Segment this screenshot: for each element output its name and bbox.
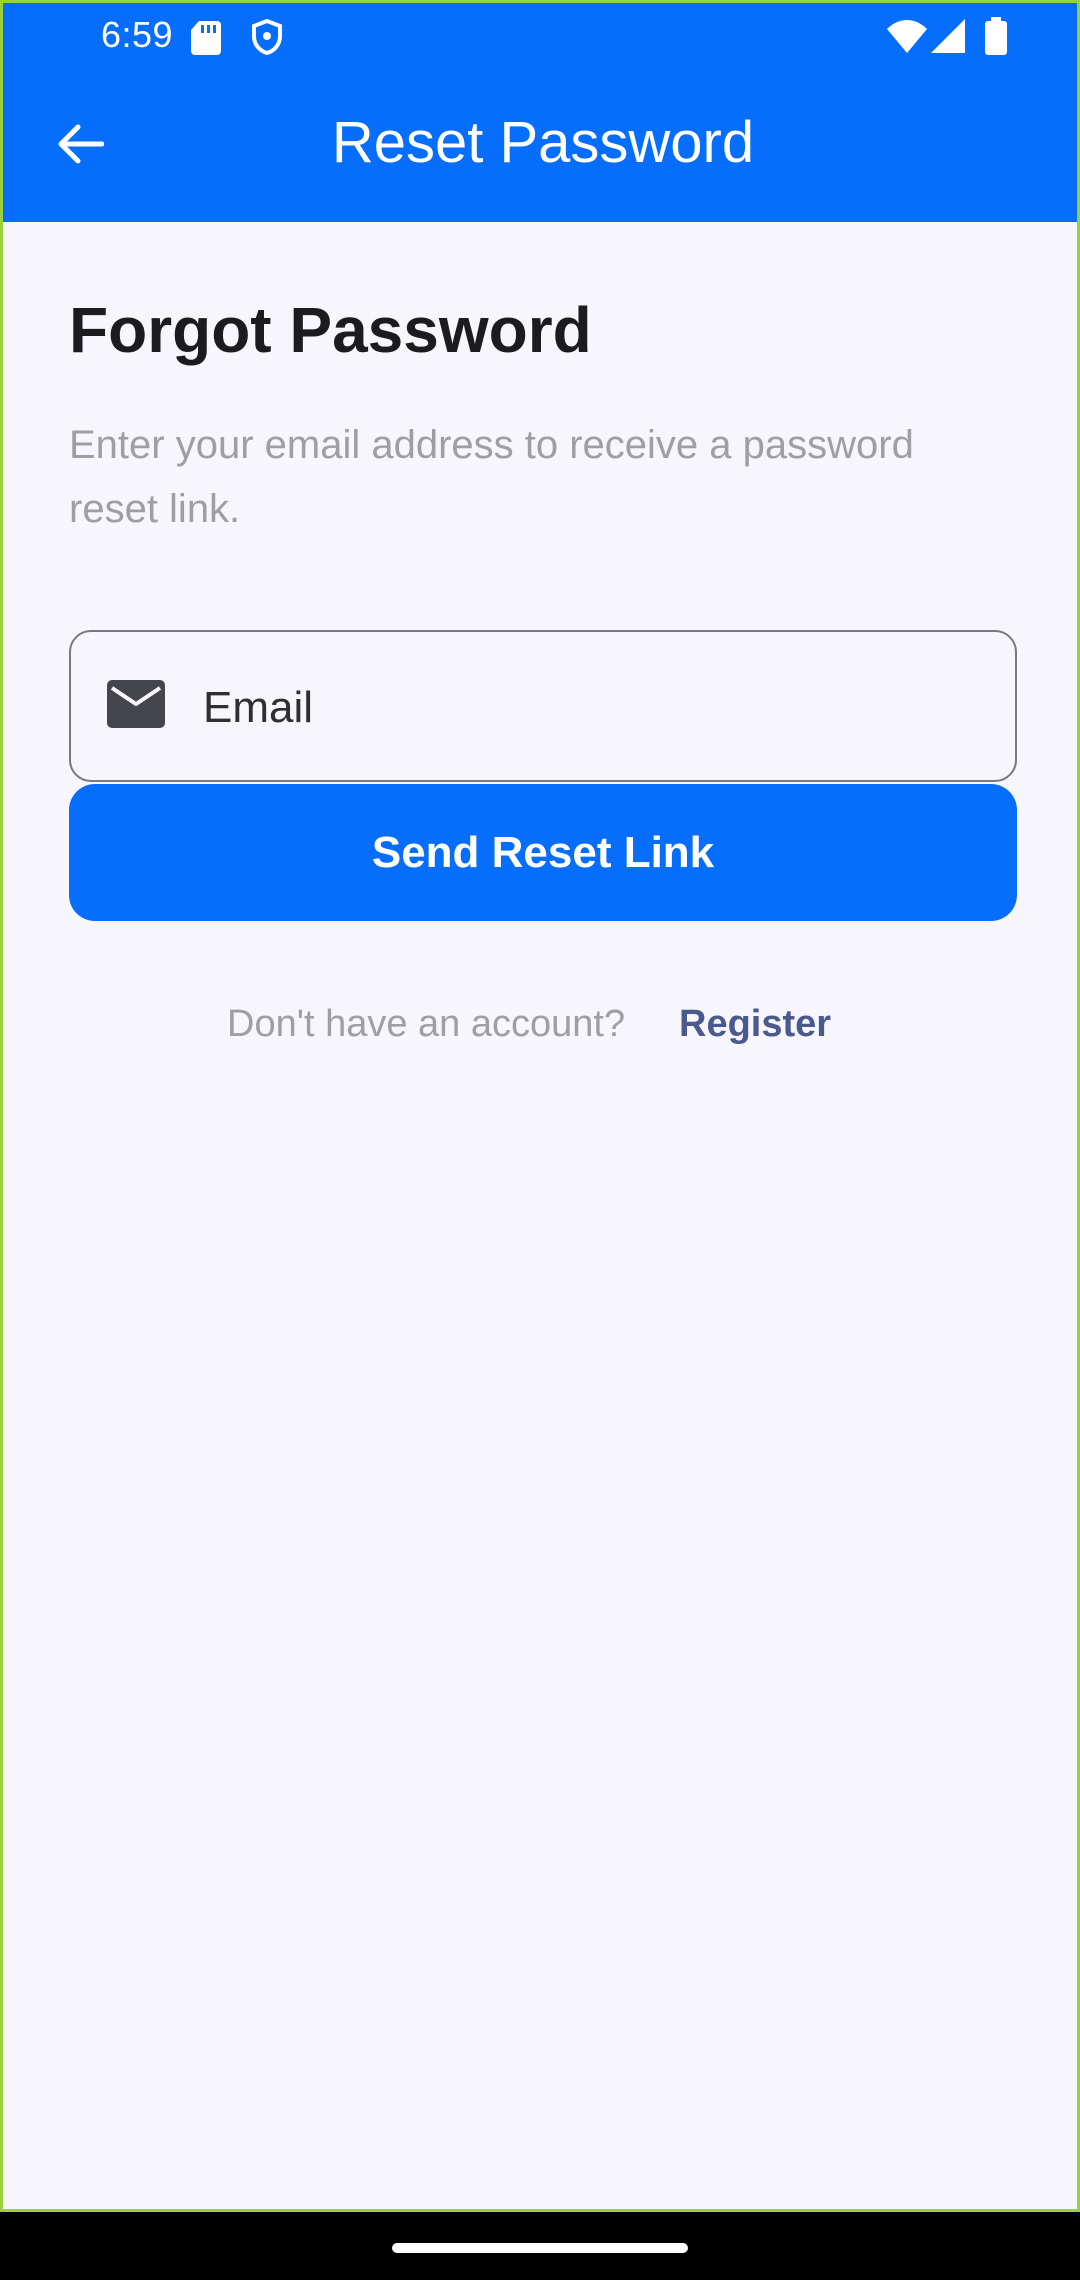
- title-row: Reset Password: [3, 83, 1077, 203]
- send-reset-link-button[interactable]: Send Reset Link: [69, 784, 1017, 921]
- reset-password-screen: 6:59 Reset Password Forgot Password Ente…: [0, 0, 1080, 2212]
- register-row: Don't have an account? Register: [3, 1003, 1077, 1063]
- email-input[interactable]: [201, 662, 985, 754]
- status-bar: 6:59: [3, 3, 1077, 69]
- gesture-nav-handle[interactable]: [392, 2243, 688, 2253]
- status-time: 6:59: [101, 14, 174, 55]
- battery-icon: [985, 17, 1007, 55]
- sd-card-icon: [191, 21, 221, 55]
- app-bar-title: Reset Password: [331, 110, 755, 175]
- shield-icon: [252, 19, 282, 55]
- register-link[interactable]: Register: [679, 1003, 831, 1046]
- email-field[interactable]: [69, 630, 1017, 782]
- mail-icon: [107, 680, 165, 728]
- page-description: Enter your email address to receive a pa…: [69, 423, 914, 531]
- app-bar: 6:59 Reset Password: [3, 3, 1077, 222]
- page-heading: Forgot Password: [69, 294, 592, 366]
- register-prompt: Don't have an account?: [227, 1003, 626, 1045]
- signal-icon: [931, 19, 965, 53]
- wifi-icon: [887, 20, 927, 53]
